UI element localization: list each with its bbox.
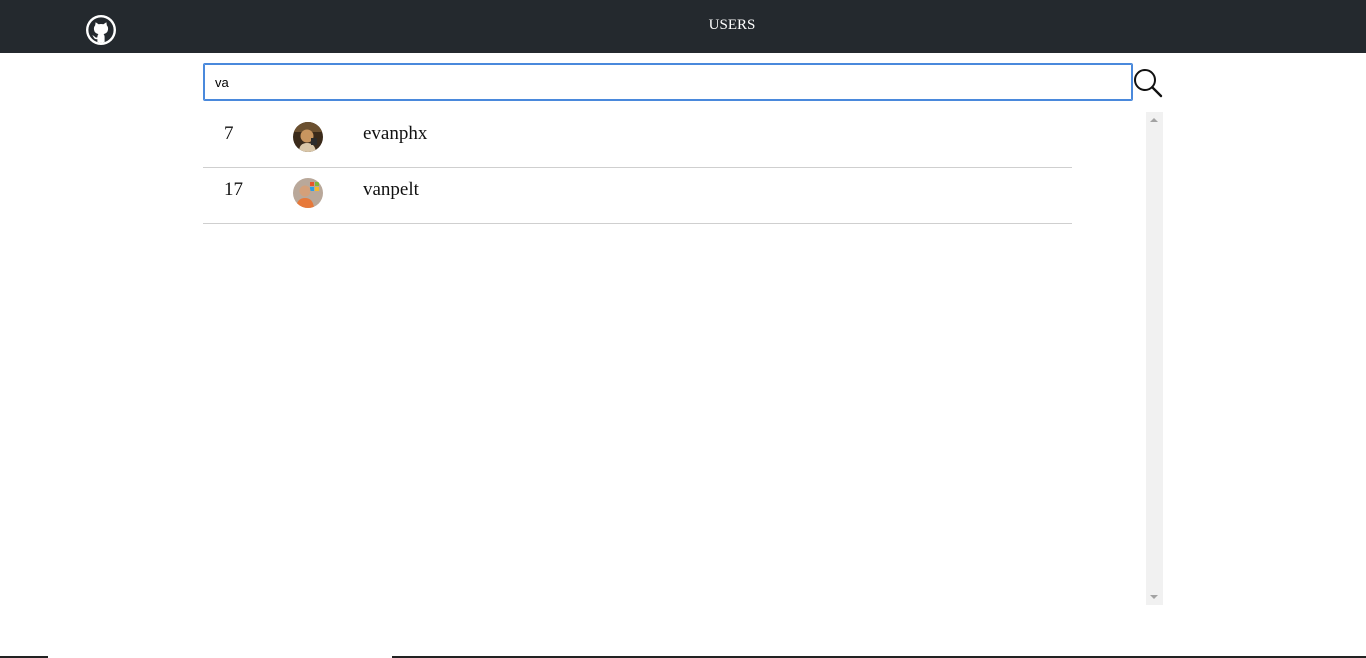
search-icon[interactable] [1133, 68, 1163, 98]
results-scrollbar[interactable] [1146, 112, 1163, 605]
user-rank: 7 [224, 123, 234, 144]
page-title[interactable]: USERS [0, 17, 1366, 34]
user-avatar [293, 178, 323, 208]
search-input[interactable] [203, 63, 1133, 101]
top-navbar: USERS [0, 0, 1366, 53]
user-login[interactable]: evanphx [363, 123, 427, 145]
user-login[interactable]: vanpelt [363, 179, 419, 201]
scroll-up-icon[interactable] [1150, 118, 1158, 122]
user-avatar [293, 122, 323, 152]
user-rank: 17 [224, 179, 243, 200]
list-item[interactable]: 17 vanpelt [203, 168, 1072, 224]
user-results-list: 7 evanphx 17 vanpelt [203, 112, 1072, 224]
list-item[interactable]: 7 evanphx [203, 112, 1072, 168]
scroll-down-icon[interactable] [1150, 595, 1158, 599]
